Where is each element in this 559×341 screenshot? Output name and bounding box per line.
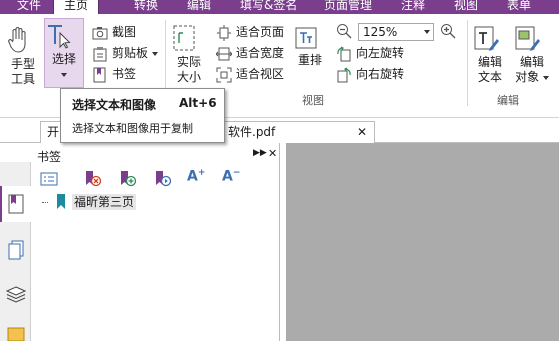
rotate-left-icon (336, 45, 352, 62)
bookmark-panel-icon (8, 194, 24, 214)
menu-tab-edit[interactable]: 编辑 (187, 0, 211, 14)
fit-width-label: 适合宽度 (236, 46, 285, 60)
document-view[interactable] (286, 143, 559, 341)
edit-group-label: 编辑 (497, 94, 519, 107)
bookmark-options-icon[interactable] (40, 171, 58, 189)
rotate-right-label: 向右旋转 (356, 67, 405, 81)
menu-tab-comment[interactable]: 注释 (401, 0, 425, 14)
screenshot-label: 截图 (112, 25, 137, 39)
edit-text-label-2: 文本 (477, 70, 502, 84)
bookmark-label: 书签 (112, 67, 137, 81)
menu-tab-form[interactable]: 表单 (507, 0, 531, 14)
select-label: 选择 (51, 52, 76, 66)
clipboard-label: 剪贴板 (112, 46, 149, 60)
edit-object-icon (512, 24, 552, 52)
tree-connector (42, 202, 48, 203)
menu-tab-view[interactable]: 视图 (454, 0, 478, 14)
menu-tab-home[interactable]: 主页 (53, 0, 100, 14)
rotate-right-icon (336, 66, 352, 83)
edit-text-button[interactable]: 编辑 文本 (473, 24, 507, 85)
tooltip-description: 选择文本和图像用于复制 (72, 122, 193, 135)
fit-visible-button[interactable]: 适合视区 (216, 66, 284, 83)
fit-page-label: 适合页面 (236, 25, 285, 39)
fit-page-button[interactable]: 适合页面 (216, 24, 284, 41)
actual-size-label-2: 大小 (176, 70, 201, 84)
close-icon[interactable]: ✕ (357, 122, 367, 142)
bookmark-item[interactable]: 福昕第三页 (72, 194, 137, 210)
bookmark-ribbon-icon (56, 194, 66, 210)
screenshot-button[interactable]: 截图 (92, 24, 136, 41)
hand-tool-label-1: 手型 (10, 57, 35, 71)
view-group-label: 视图 (302, 94, 324, 107)
edit-object-button[interactable]: 编辑 对象 (512, 24, 552, 85)
go-to-bookmark-icon[interactable] (154, 170, 172, 188)
menu-tab-fill-sign[interactable]: 填写&签名 (240, 0, 297, 14)
chevron-down-icon (152, 51, 159, 56)
clipboard-button[interactable]: 剪贴板 (92, 45, 159, 62)
page-thumbnails-icon[interactable] (8, 240, 24, 260)
menu-bar: 文件 主页 转换 编辑 填写&签名 页面管理 注释 视图 表单 (0, 0, 559, 14)
edit-object-label-2: 对象 (515, 70, 540, 84)
bookmark-button[interactable]: 书签 (92, 66, 136, 83)
reflow-label: 重排 (297, 53, 322, 67)
camera-icon (92, 25, 108, 41)
delete-bookmark-icon[interactable] (84, 170, 102, 188)
bookmark-icon (92, 67, 108, 83)
zoom-out-icon[interactable] (336, 23, 354, 41)
reflow-icon (294, 26, 326, 50)
zoom-in-icon[interactable] (440, 23, 458, 41)
panel-expand-icon[interactable]: ▶▶ (253, 148, 267, 158)
select-button[interactable]: 选择 (44, 18, 84, 88)
bookmark-panel: 书签 ▶▶ ✕ A+ A− 福昕第三页 (0, 143, 280, 341)
chevron-down-icon (542, 75, 549, 80)
ribbon-separator (467, 20, 468, 106)
fit-page-icon (216, 24, 232, 41)
panel-close-icon[interactable]: ✕ (268, 147, 277, 160)
fit-visible-label: 适合视区 (236, 67, 285, 81)
select-text-cursor-icon (45, 23, 83, 49)
hand-tool-button[interactable]: 手型 工具 (6, 26, 40, 87)
fit-width-icon (216, 46, 232, 62)
navigation-rail (0, 162, 31, 341)
comments-icon[interactable] (7, 327, 25, 341)
tooltip-title: 选择文本和图像 (72, 98, 157, 112)
rotate-right-button[interactable]: 向右旋转 (336, 66, 404, 83)
hand-tool-label-2: 工具 (10, 72, 35, 86)
bookmark-panel-title: 书签 (37, 150, 62, 164)
chevron-down-icon (424, 30, 430, 34)
hand-icon (6, 26, 40, 54)
reflow-button[interactable]: 重排 (294, 26, 326, 68)
page-icon (172, 24, 206, 52)
chevron-down-icon (61, 72, 67, 77)
actual-size-label-1: 实际 (176, 55, 201, 69)
edit-text-label-1: 编辑 (477, 55, 502, 69)
rotate-left-label: 向左旋转 (356, 46, 405, 60)
document-tab-label: 开 (47, 125, 60, 139)
select-tooltip: 选择文本和图像 Alt+6 选择文本和图像用于复制 (60, 88, 225, 143)
fit-visible-icon (216, 67, 232, 83)
edit-text-icon (473, 24, 507, 52)
menu-tab-file[interactable]: 文件 (17, 0, 41, 14)
clipboard-icon (92, 46, 108, 62)
actual-size-button[interactable]: 实际 大小 (172, 24, 206, 85)
rotate-left-button[interactable]: 向左旋转 (336, 45, 404, 62)
document-tab-label: 软件.pdf (228, 125, 276, 139)
menu-tab-page-manage[interactable]: 页面管理 (324, 0, 372, 14)
tooltip-shortcut: Alt+6 (179, 96, 217, 110)
text-smaller-icon[interactable]: A− (222, 168, 240, 185)
zoom-value: 125% (363, 25, 398, 39)
add-bookmark-icon[interactable] (119, 170, 137, 188)
menu-tab-convert[interactable]: 转换 (134, 0, 158, 14)
layers-icon[interactable] (6, 285, 26, 303)
zoom-select[interactable]: 125% (358, 23, 434, 41)
text-larger-icon[interactable]: A+ (187, 168, 205, 185)
fit-width-button[interactable]: 适合宽度 (216, 45, 284, 62)
edit-object-label-1: 编辑 (519, 55, 544, 69)
